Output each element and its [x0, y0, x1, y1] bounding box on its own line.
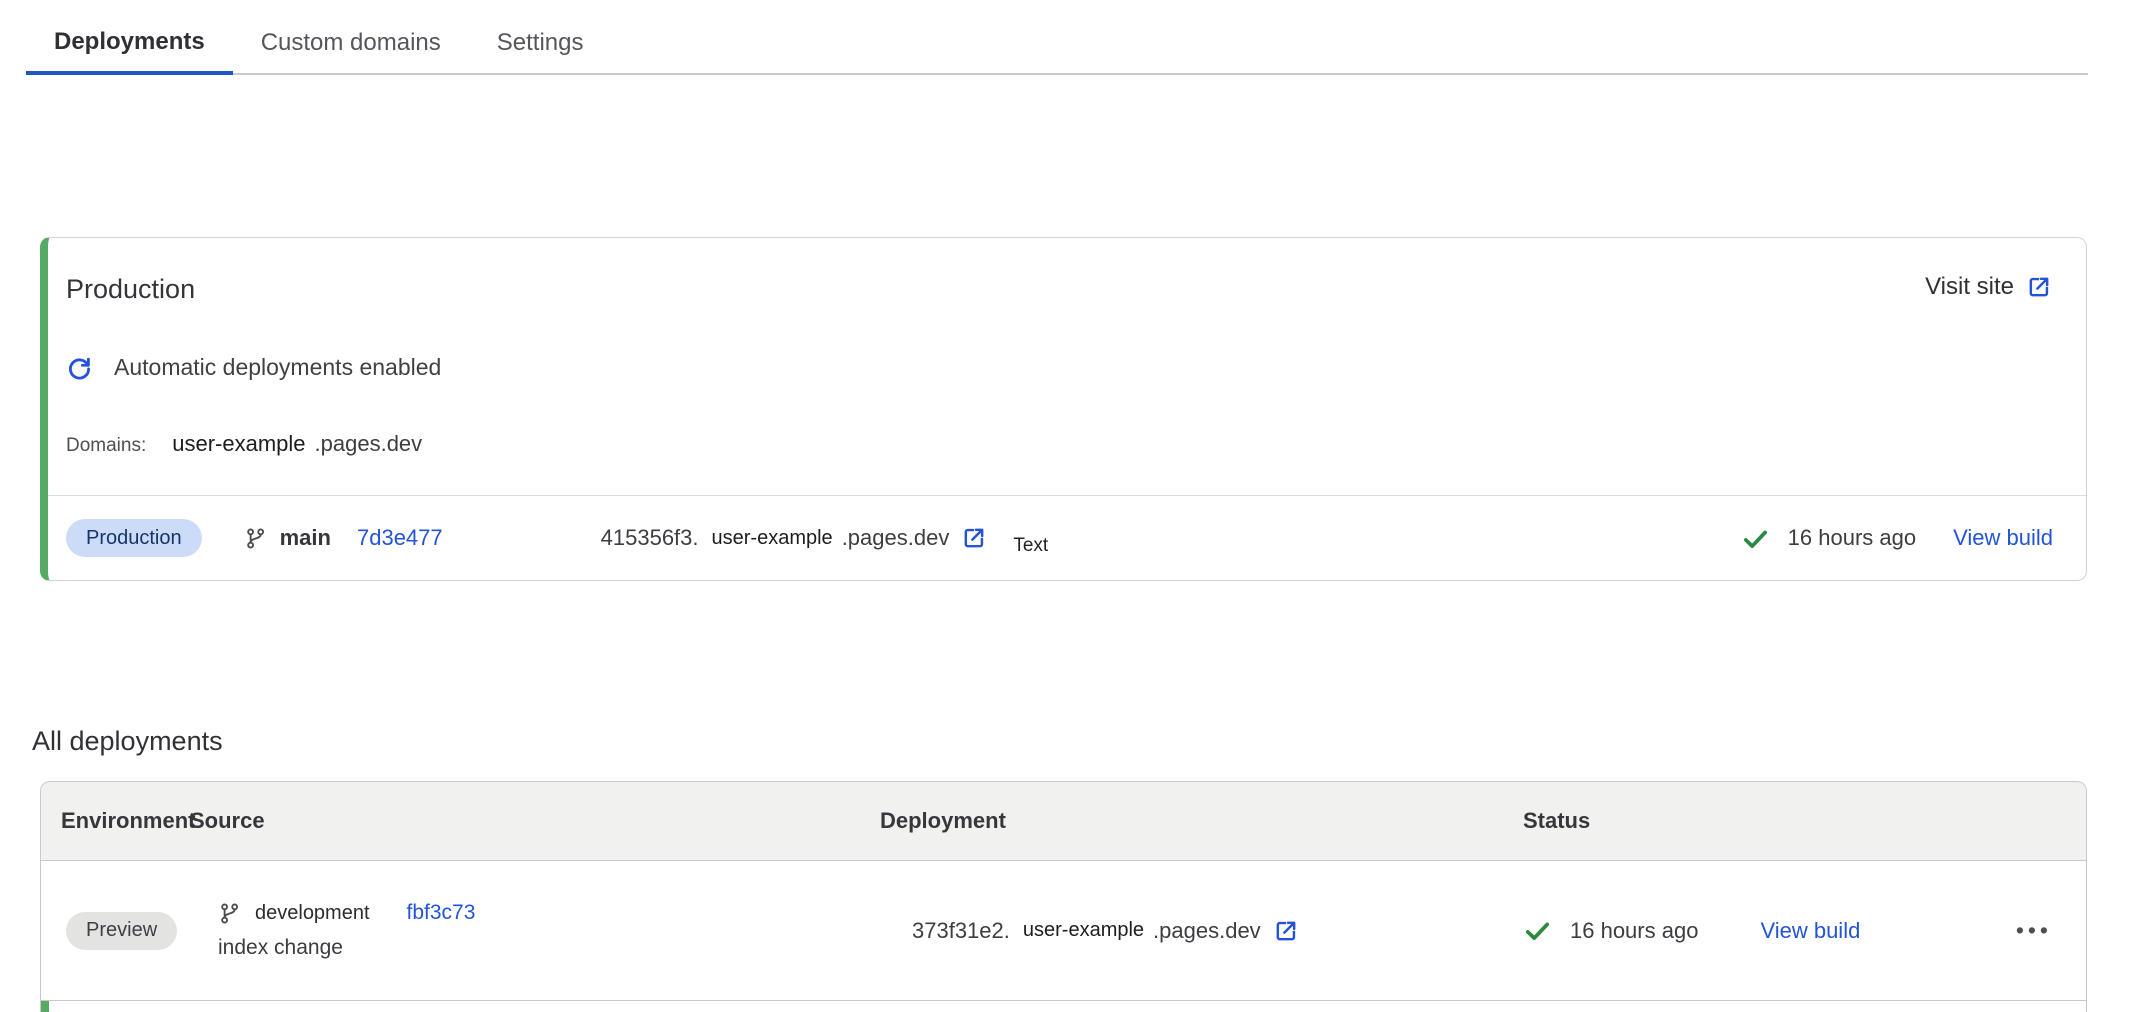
deployment-domain: user-example — [712, 527, 833, 550]
git-branch-icon — [244, 527, 267, 550]
view-build-link[interactable]: View build — [1760, 918, 1860, 944]
view-build-link[interactable]: View build — [1953, 525, 2053, 551]
deployment-cell: 373f31e2. user-example .pages.dev — [880, 917, 1523, 945]
deployment-suffix: .pages.dev — [1153, 918, 1261, 944]
visit-site-link[interactable]: Visit site — [1925, 273, 2053, 301]
deployment-url: 415356f3. user-example .pages.dev — [601, 524, 989, 552]
commit-link[interactable]: 7d3e477 — [357, 525, 443, 551]
branch-name: development — [255, 902, 370, 925]
commit-link[interactable]: fbf3c73 — [407, 901, 476, 925]
deployment-id: 373f31e2. — [912, 918, 1010, 944]
table-row: Preview development fbf3c73 index change — [41, 861, 2086, 1001]
deployment-id: 415356f3. — [601, 525, 699, 551]
branch-group: main — [244, 525, 331, 551]
table-header-row: Environment Source Deployment Status — [41, 782, 2086, 861]
branch-name: main — [280, 525, 331, 551]
status-cell: 16 hours ago View build ••• — [1523, 916, 2086, 945]
success-check-icon — [1523, 916, 1552, 945]
domain-name: user-example — [172, 431, 305, 457]
success-check-icon — [1741, 524, 1770, 553]
auto-deploy-text: Automatic deployments enabled — [114, 354, 441, 381]
row-menu-button[interactable]: ••• — [2016, 919, 2052, 942]
next-row-stub — [41, 1001, 2086, 1012]
deploy-time: 16 hours ago — [1570, 918, 1698, 944]
tab-custom-domains[interactable]: Custom domains — [233, 26, 469, 73]
production-card: Production Visit site Automa — [40, 237, 2087, 581]
deployment-domain: user-example — [1023, 919, 1144, 942]
domain-suffix: .pages.dev — [315, 431, 423, 457]
tab-settings[interactable]: Settings — [469, 26, 612, 73]
visit-site-label: Visit site — [1925, 273, 2014, 301]
col-source: Source — [190, 808, 880, 834]
production-card-title: Production — [66, 273, 195, 306]
tab-bar: Deployments Custom domains Settings — [26, 0, 2088, 75]
col-status: Status — [1523, 808, 2086, 834]
external-link-icon — [2025, 273, 2053, 301]
git-branch-icon — [218, 902, 241, 925]
domains-label: Domains: — [66, 435, 146, 457]
deploy-time: 16 hours ago — [1788, 525, 1916, 551]
deployments-table: Environment Source Deployment Status Pre… — [40, 781, 2087, 1012]
source-cell: development fbf3c73 index change — [190, 901, 880, 960]
environment-badge: Production — [66, 519, 202, 557]
col-deployment: Deployment — [880, 808, 1523, 834]
tab-deployments[interactable]: Deployments — [26, 26, 233, 75]
external-link-icon[interactable] — [960, 524, 988, 552]
commit-message: index change — [218, 936, 880, 960]
environment-badge: Preview — [66, 912, 177, 950]
status-group: 16 hours ago View build — [1741, 524, 2053, 553]
environment-cell: Preview — [61, 912, 190, 950]
all-deployments-title: All deployments — [32, 725, 2132, 757]
commit-note: Text — [1013, 535, 1048, 557]
external-link-icon[interactable] — [1272, 917, 1300, 945]
deployment-suffix: .pages.dev — [842, 525, 950, 551]
auto-refresh-icon — [66, 354, 93, 381]
col-environment: Environment — [61, 808, 190, 834]
production-deployment-row: Production main 7d3e477 415356f3. user-e… — [48, 495, 2086, 580]
